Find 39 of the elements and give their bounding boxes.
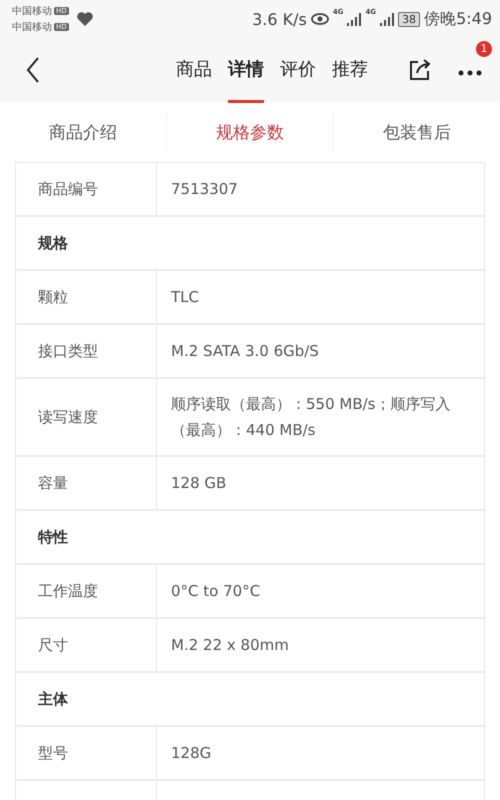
spec-label: 接口类型 <box>16 325 157 377</box>
section-tab[interactable]: 包装售后 <box>333 112 500 152</box>
spec-value: 128 GB <box>170 473 228 494</box>
spec-value: TLC <box>170 287 200 308</box>
heart-icon <box>76 12 93 26</box>
spec-label: 工作温度 <box>16 565 157 617</box>
spec-value: M.2 22 x 80mm <box>170 635 290 656</box>
spec-label: 读写速度 <box>16 379 157 455</box>
carrier-name: 中国移动 <box>12 4 52 18</box>
clock: 傍晚5:49 <box>424 8 492 30</box>
signal-icon <box>380 12 394 26</box>
carrier-name: 中国移动 <box>12 20 52 34</box>
battery-level: 38 <box>398 12 420 26</box>
nav-tab[interactable]: 详情 <box>228 37 264 103</box>
spec-label: 颗粒 <box>16 271 157 323</box>
network-speed: 3.6 K/s <box>252 10 307 28</box>
section-heading: 特性 <box>38 528 68 546</box>
spec-label: 型号 <box>16 727 157 779</box>
nav-tab[interactable]: 商品 <box>176 37 212 103</box>
section-heading: 主体 <box>38 690 68 708</box>
back-icon[interactable] <box>26 57 40 83</box>
spec-label: 容量 <box>16 457 157 509</box>
spec-label: 商品编号 <box>16 163 157 215</box>
share-icon[interactable] <box>408 58 432 82</box>
more-icon[interactable] <box>458 70 482 76</box>
signal-icon <box>347 12 362 26</box>
nav-tab[interactable]: 推荐 <box>332 37 368 103</box>
spec-value: 128G <box>170 743 212 764</box>
section-tab[interactable]: 商品介绍 <box>0 112 166 152</box>
nav-tab[interactable]: 评价 <box>280 37 316 103</box>
spec-value: M.2 SATA 3.0 6Gb/S <box>170 341 320 362</box>
section-heading: 规格 <box>38 234 68 252</box>
spec-label: 尺寸 <box>16 619 157 671</box>
spec-value: 0°C to 70°C <box>170 581 262 602</box>
section-tab[interactable]: 规格参数 <box>166 112 333 152</box>
notification-badge: 1 <box>476 40 492 56</box>
spec-value: 7513307 <box>170 179 239 200</box>
spec-value: 顺序读取（最高）：550 MB/s；顺序写入（最高）：440 MB/s <box>170 394 452 441</box>
eye-icon <box>310 13 329 25</box>
